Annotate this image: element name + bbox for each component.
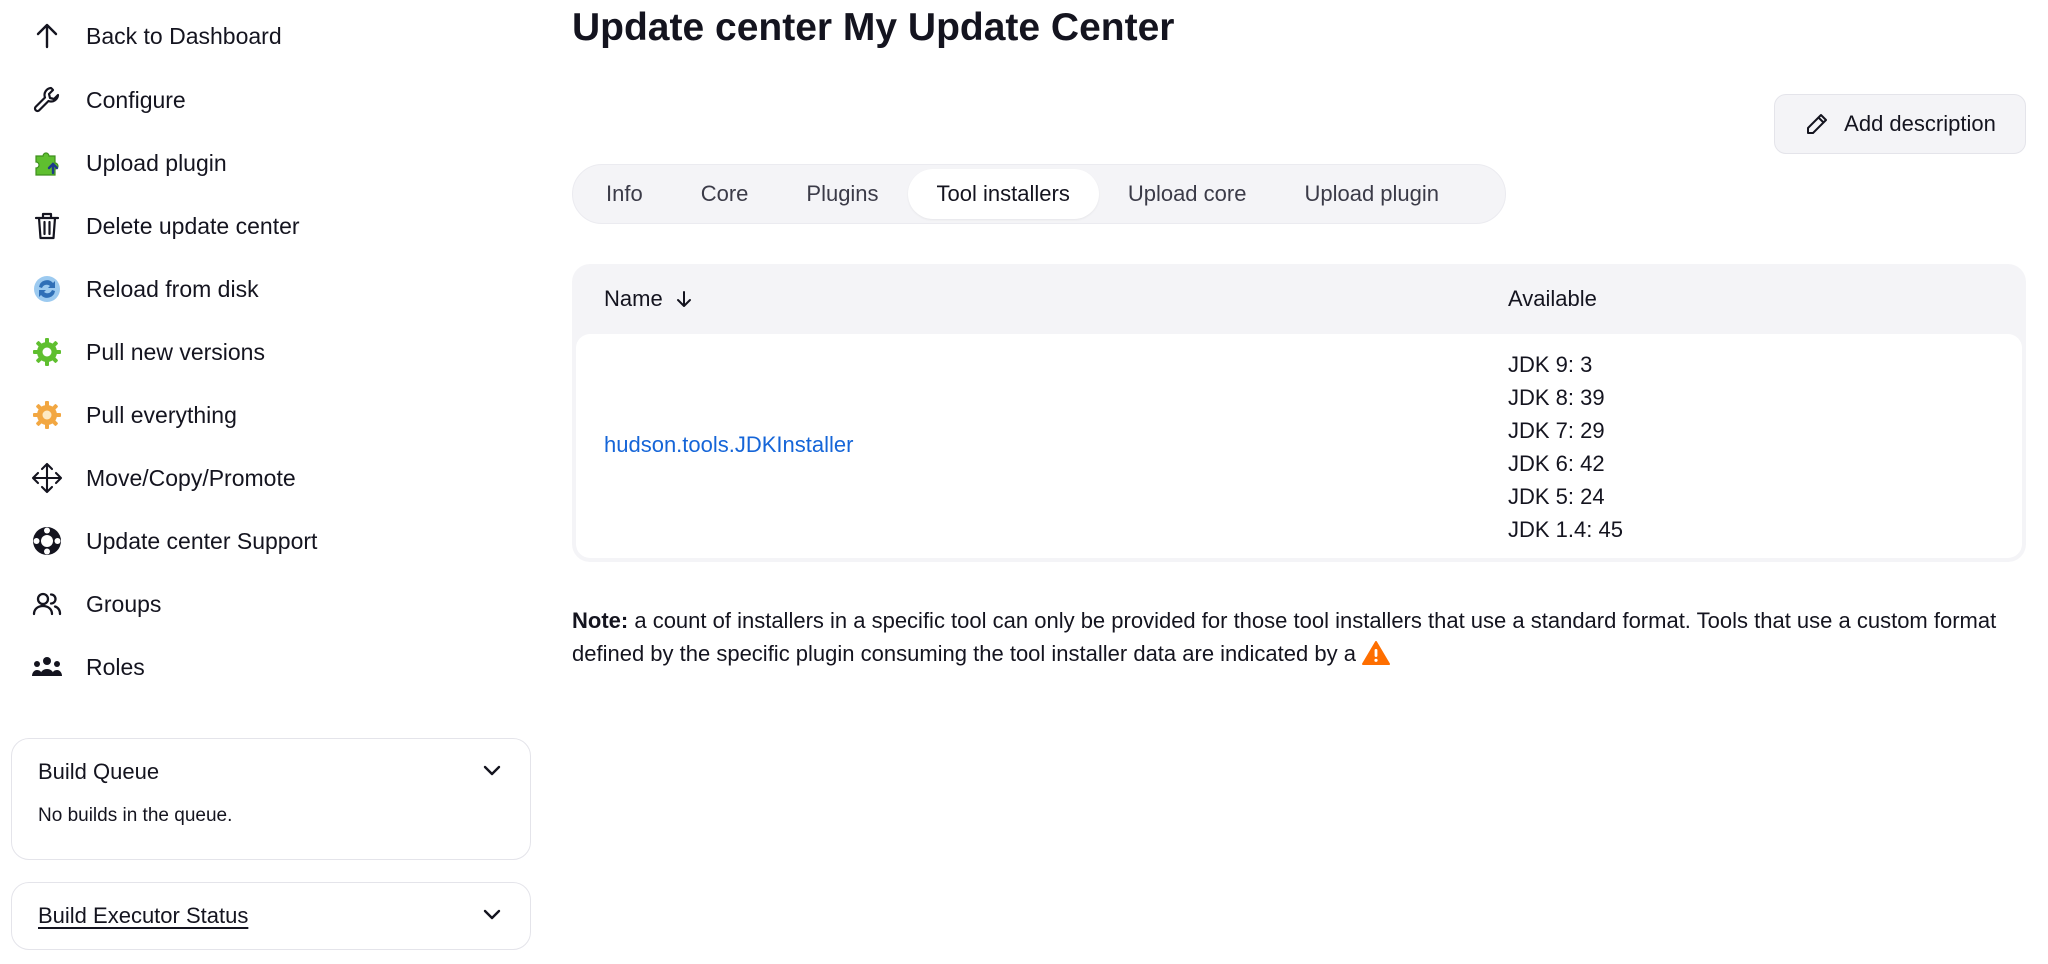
sidebar-item-label: Groups [86,590,162,617]
move-arrows-icon [30,461,76,495]
sidebar-item-configure[interactable]: Configure [30,76,510,124]
table-row: hudson.tools.JDKInstaller JDK 9: 3 JDK 8… [576,334,2022,558]
sort-arrow-down-icon [676,291,691,307]
build-executor-pane: Build Executor Status [11,882,531,950]
available-item: JDK 5: 24 [1508,484,1605,509]
available-item: JDK 1.4: 45 [1508,517,1623,542]
tab-info[interactable]: Info [577,169,672,219]
sidebar-item-label: Back to Dashboard [86,22,282,49]
sidebar-item-pull-new-versions[interactable]: Pull new versions [30,328,510,376]
main-content: Update center My Update Center Add descr… [572,0,2026,964]
sidebar-item-move-copy-promote[interactable]: Move/Copy/Promote [30,454,510,502]
available-list: JDK 9: 3 JDK 8: 39 JDK 7: 29 JDK 6: 42 J… [1508,348,1623,546]
lifebuoy-icon [30,524,76,558]
sidebar-item-roles[interactable]: Roles [30,643,510,691]
available-item: JDK 9: 3 [1508,352,1593,377]
sidebar-item-delete-update-center[interactable]: Delete update center [30,202,510,250]
available-item: JDK 6: 42 [1508,451,1605,476]
tab-upload-plugin[interactable]: Upload plugin [1275,169,1468,219]
page-title: Update center My Update Center [572,6,1175,49]
sidebar-item-back-to-dashboard[interactable]: Back to Dashboard [30,12,510,60]
tab-bar: Info Core Plugins Tool installers Upload… [572,164,1506,224]
page: Back to Dashboard Configure Upload plugi… [0,0,2048,964]
roles-icon [30,650,76,684]
sidebar-item-pull-everything[interactable]: Pull everything [30,391,510,439]
note-text: Note: a count of installers in a specifi… [572,604,2012,670]
build-queue-pane: Build Queue No builds in the queue. [11,738,531,860]
chevron-down-icon[interactable] [480,902,504,931]
groups-icon [30,587,76,621]
column-header-name[interactable]: Name [604,286,695,312]
note-label: Note: [572,608,629,633]
build-queue-empty: No builds in the queue. [38,805,233,826]
available-item: JDK 8: 39 [1508,385,1605,410]
pencil-icon [1807,114,1828,134]
tool-installer-link[interactable]: hudson.tools.JDKInstaller [604,432,853,458]
reload-icon [30,272,76,306]
build-executor-header[interactable]: Build Executor Status [12,883,530,949]
arrow-up-icon [30,19,76,53]
sidebar-item-label: Pull new versions [86,338,265,365]
tool-installers-table: Name Available hudson.tools.JDKInstaller… [572,264,2026,562]
build-queue-header[interactable]: Build Queue [12,739,530,805]
available-item: JDK 7: 29 [1508,418,1605,443]
tab-plugins[interactable]: Plugins [777,169,907,219]
add-description-button[interactable]: Add description [1774,94,2026,154]
sidebar-item-label: Reload from disk [86,275,259,302]
sidebar-item-upload-plugin[interactable]: Upload plugin [30,139,510,187]
note-body: a count of installers in a specific tool… [572,608,1997,666]
sidebar-item-label: Update center Support [86,527,318,554]
sidebar-item-label: Pull everything [86,401,237,428]
sidebar-item-reload-from-disk[interactable]: Reload from disk [30,265,510,313]
table-header: Name Available [576,264,2022,334]
wrench-icon [30,83,76,117]
sidebar-item-update-center-support[interactable]: Update center Support [30,517,510,565]
sidebar-item-label: Delete update center [86,212,300,239]
sidebar-item-label: Roles [86,653,145,680]
tab-core[interactable]: Core [672,169,778,219]
sidebar-item-label: Upload plugin [86,149,227,176]
sidebar-item-label: Move/Copy/Promote [86,464,296,491]
warning-icon [1362,641,1391,665]
add-description-label: Add description [1844,111,1996,136]
sidebar-item-label: Configure [86,86,186,113]
puzzle-plugin-icon [30,146,76,180]
trash-icon [30,209,76,243]
build-queue-title: Build Queue [38,759,160,784]
column-header-available: Available [1508,286,1597,311]
build-executor-link[interactable]: Build Executor Status [38,903,248,929]
tab-upload-core[interactable]: Upload core [1099,169,1276,219]
sidebar: Back to Dashboard Configure Upload plugi… [0,0,540,964]
chevron-down-icon[interactable] [480,758,504,787]
green-gear-icon [30,335,76,369]
sidebar-item-groups[interactable]: Groups [30,580,510,628]
tab-tool-installers[interactable]: Tool installers [907,169,1099,219]
orange-gear-icon [30,398,76,432]
